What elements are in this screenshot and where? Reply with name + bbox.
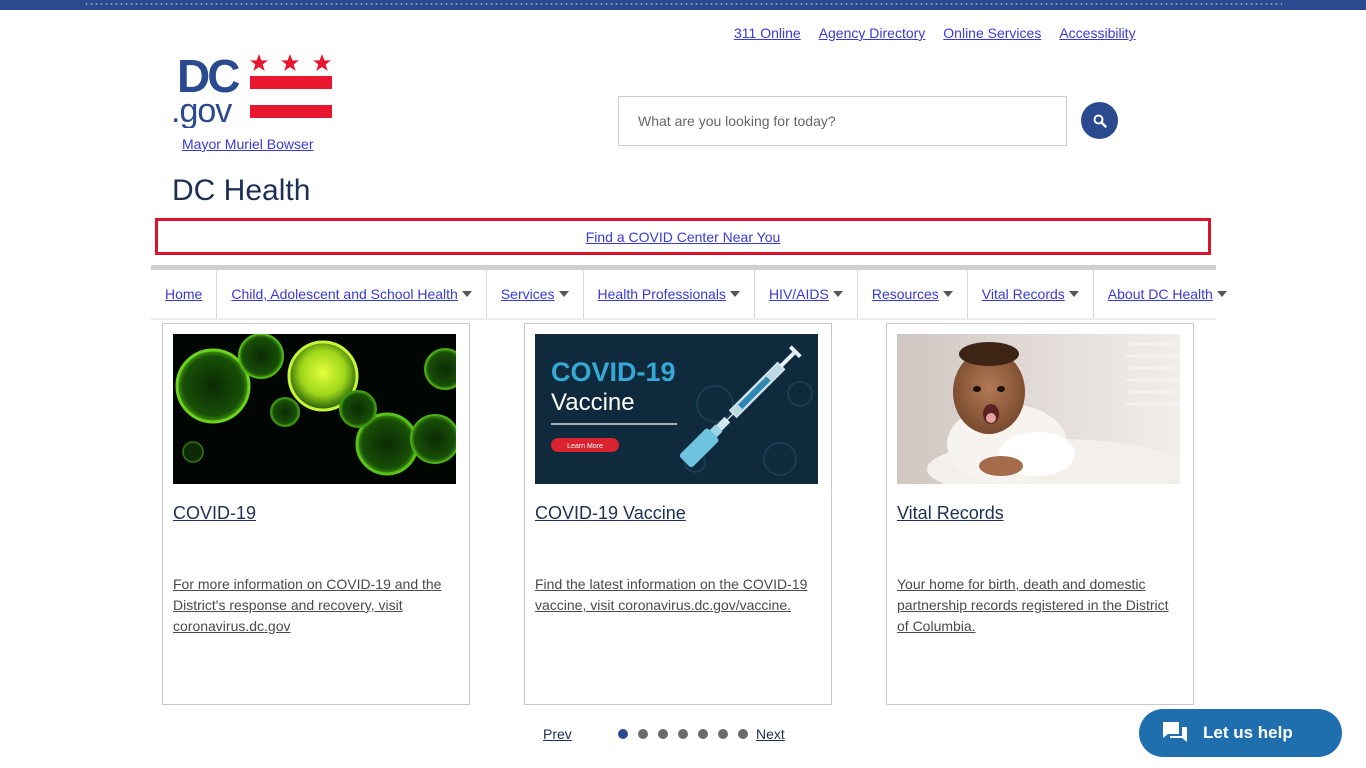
nav-item-about-dc-health[interactable]: About DC Health — [1094, 270, 1241, 318]
card-covid-19: COVID-19 For more information on COVID-1… — [162, 323, 470, 705]
card-description[interactable]: Find the latest information on the COVID… — [535, 574, 820, 616]
nav-item-label: HIV/AIDS — [768, 286, 829, 302]
nav-item-services[interactable]: Services — [487, 270, 584, 318]
utility-link-accessibility[interactable]: Accessibility — [1059, 25, 1135, 41]
nav-item-child-adolescent-school-health[interactable]: Child, Adolescent and School Health — [217, 270, 487, 318]
utility-link-online-services[interactable]: Online Services — [943, 25, 1041, 41]
nav-item-label: Vital Records — [981, 286, 1065, 302]
baby-photo[interactable] — [897, 334, 1180, 484]
nav-item-resources[interactable]: Resources — [858, 270, 968, 318]
chat-button-label: Let us help — [1203, 723, 1293, 742]
find-covid-center-link[interactable]: Find a COVID Center Near You — [586, 229, 781, 245]
top-banner-strip — [0, 0, 1366, 10]
let-us-help-chat-button[interactable]: Let us help — [1139, 709, 1342, 757]
nav-item-label: Home — [165, 286, 203, 302]
vaccine-banner-sub: Vaccine — [551, 389, 635, 416]
covid-virus-image[interactable] — [173, 334, 456, 484]
covid-alert-banner: Find a COVID Center Near You — [155, 218, 1211, 255]
main-nav: Home Child, Adolescent and School Health… — [151, 265, 1227, 320]
nav-item-home[interactable]: Home — [151, 270, 218, 318]
dcgov-logo[interactable]: DC .gov — [171, 50, 336, 130]
pager-dot[interactable] — [638, 729, 648, 739]
search-icon — [1093, 114, 1107, 128]
card-vital-records: Vital Records Your home for birth, death… — [886, 323, 1194, 705]
nav-item-hiv-aids[interactable]: HIV/AIDS — [755, 270, 858, 318]
utility-link-311-online[interactable]: 311 Online — [734, 25, 801, 41]
search-button[interactable] — [1081, 102, 1118, 139]
prev-button[interactable]: Prev — [543, 726, 572, 742]
pager-dot[interactable] — [718, 729, 728, 739]
pager-dot[interactable] — [658, 729, 668, 739]
chevron-down-icon — [461, 291, 472, 297]
chevron-down-icon — [558, 291, 569, 297]
logo-text-gov: .gov — [171, 92, 232, 128]
card-description[interactable]: Your home for birth, death and domestic … — [897, 574, 1182, 637]
next-button[interactable]: Next — [756, 726, 785, 742]
pager-dots — [618, 729, 748, 739]
page-title: DC Health — [172, 174, 311, 207]
nav-item-health-professionals[interactable]: Health Professionals — [584, 270, 755, 318]
nav-item-label: About DC Health — [1107, 286, 1213, 302]
nav-item-label: Health Professionals — [597, 286, 726, 302]
covid-vaccine-banner[interactable]: COVID-19 Vaccine Learn More — [535, 334, 818, 484]
pager-dot[interactable] — [678, 729, 688, 739]
nav-item-label: Child, Adolescent and School Health — [231, 286, 458, 302]
pager-dot[interactable] — [618, 729, 628, 739]
card-title[interactable]: COVID-19 Vaccine — [535, 503, 686, 524]
utility-nav: 311 Online Agency Directory Online Servi… — [734, 25, 1136, 41]
chevron-down-icon — [832, 291, 843, 297]
pager-dot[interactable] — [738, 729, 748, 739]
card-covid-19-vaccine: COVID-19 Vaccine Learn More COVID-19 Vac… — [524, 323, 832, 705]
search-input[interactable] — [619, 97, 1066, 145]
card-title[interactable]: COVID-19 — [173, 503, 256, 524]
chevron-down-icon — [1216, 291, 1227, 297]
search-box — [618, 96, 1067, 146]
mayor-link[interactable]: Mayor Muriel Bowser — [182, 136, 313, 152]
nav-item-vital-records[interactable]: Vital Records — [968, 270, 1094, 318]
nav-item-label: Resources — [871, 286, 939, 302]
nav-item-label: Services — [500, 286, 555, 302]
chevron-down-icon — [1068, 291, 1079, 297]
chevron-down-icon — [729, 291, 740, 297]
pager-dot[interactable] — [698, 729, 708, 739]
chevron-down-icon — [942, 291, 953, 297]
card-description[interactable]: For more information on COVID-19 and the… — [173, 574, 458, 637]
vaccine-banner-learn-more: Learn More — [567, 443, 603, 450]
chat-icon — [1163, 722, 1187, 742]
card-title[interactable]: Vital Records — [897, 503, 1004, 524]
vaccine-banner-headline: COVID-19 — [551, 357, 676, 387]
utility-link-agency-directory[interactable]: Agency Directory — [819, 25, 926, 41]
flag-stars — [250, 54, 331, 71]
